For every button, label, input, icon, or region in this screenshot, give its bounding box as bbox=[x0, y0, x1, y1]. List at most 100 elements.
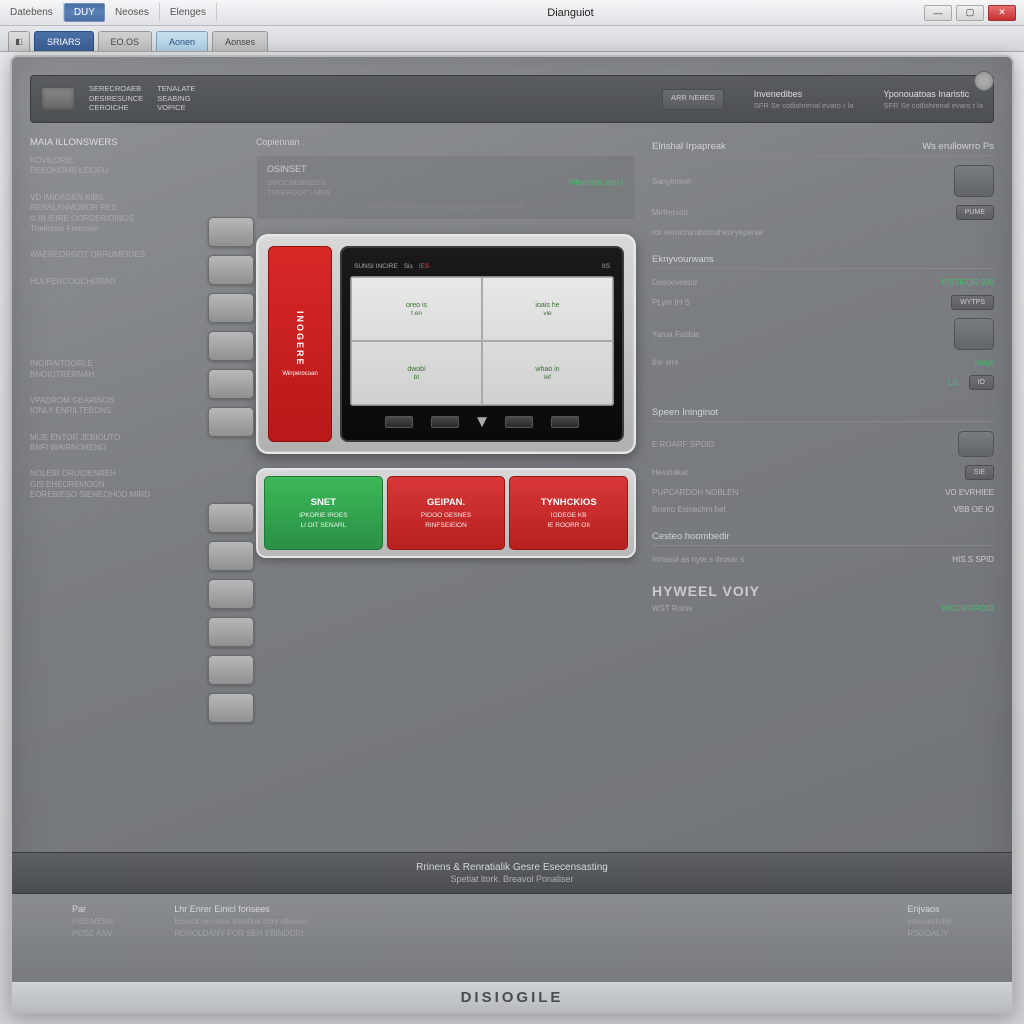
header-info: Yponouatoas Inaristic SFR Se cotlishrena… bbox=[883, 89, 983, 110]
property-thumb-icon[interactable] bbox=[954, 165, 994, 197]
device-nav-icon[interactable] bbox=[477, 417, 487, 427]
action-diagnostics-button[interactable]: TYNHCKIOSIODEGE KBIE ROORR OII bbox=[509, 476, 628, 550]
gear-icon[interactable] bbox=[974, 71, 994, 91]
tab-home-icon[interactable]: ◧ bbox=[8, 31, 30, 51]
footer-column: Enjvaos Insnueshaily RSGOALIY bbox=[908, 904, 952, 972]
device-cell[interactable]: whao inlef bbox=[482, 341, 613, 405]
property-label: the elre bbox=[652, 358, 679, 367]
sidebar-item[interactable]: DEEOHOMS LEIOFLI bbox=[30, 166, 240, 176]
footer-title-strip: Rrinens & Renratialik Gesre Esecensastin… bbox=[12, 852, 1012, 894]
property-label: Yarna Fanble bbox=[652, 330, 699, 339]
property-label: Mirfrerson bbox=[652, 208, 688, 217]
footer-body: Par PISEMEME POSE ANV Lhr Enrer Einicl f… bbox=[12, 894, 1012, 982]
property-label: Hesiriakat bbox=[652, 468, 688, 477]
titlebar-item-active[interactable]: DUY bbox=[64, 3, 105, 22]
value-chip[interactable]: WYTPS bbox=[951, 295, 994, 310]
footer-brandbar: DISIOGILE bbox=[12, 982, 1012, 1012]
close-icon[interactable]: ✕ bbox=[988, 5, 1016, 21]
info-link[interactable]: Vifeensec eap i bbox=[568, 178, 623, 187]
property-value: HIS S SPID bbox=[952, 555, 994, 564]
property-value: WKOIPRROID bbox=[942, 604, 994, 613]
sidebar-heading: MAIA ILLONSWERS bbox=[30, 137, 240, 148]
titlebar-item[interactable]: Neoses bbox=[105, 3, 160, 22]
property-label: WST Ronis bbox=[652, 604, 692, 613]
device-cell[interactable]: oreo ist en bbox=[351, 277, 482, 341]
thumbnail[interactable] bbox=[208, 293, 254, 323]
thumbnail-strip bbox=[208, 217, 258, 723]
thumbnail[interactable] bbox=[208, 217, 254, 247]
property-label: PLym IH S bbox=[652, 298, 690, 307]
thumbnail[interactable] bbox=[208, 617, 254, 647]
footer: Rrinens & Renratialik Gesre Esecensastin… bbox=[12, 852, 1012, 1012]
action-row: SNETIPKORIE IROESLI OIT SENARL GEIPAN.PI… bbox=[256, 468, 636, 558]
thumbnail[interactable] bbox=[208, 655, 254, 685]
property-value: VBB OE IO bbox=[954, 505, 994, 514]
device-side-label: INOGERE Winperocoan bbox=[268, 246, 332, 442]
thumbnail[interactable] bbox=[208, 255, 254, 285]
window-frame: SERECROAEBDESIRESUNCECEROICHE TENALATESE… bbox=[10, 55, 1014, 1014]
sidebar-item[interactable]: VD IMIDAGEN KIBS bbox=[30, 193, 240, 203]
tab-item[interactable]: EO.OS bbox=[98, 31, 153, 51]
window-title: Dianguiot bbox=[217, 7, 924, 19]
section-heading: Cesteo hoombedir bbox=[652, 527, 994, 546]
property-thumb-icon[interactable] bbox=[958, 431, 994, 457]
property-value: LG bbox=[948, 378, 959, 387]
brand-label: HYWEEL VOIY bbox=[652, 583, 994, 599]
property-thumb-icon[interactable] bbox=[954, 318, 994, 350]
thumbnail[interactable] bbox=[208, 693, 254, 723]
titlebar: Datebens DUY Neoses Elenges Dianguiot — … bbox=[0, 0, 1024, 26]
device-screen: oreo ist en ioais hevie dwobibt whao inl… bbox=[350, 276, 614, 406]
thumbnail[interactable] bbox=[208, 579, 254, 609]
thumbnail[interactable] bbox=[208, 331, 254, 361]
header-block: TENALATESEABINGVOPICE bbox=[157, 85, 195, 113]
section-heading: Speen Ininginot bbox=[652, 403, 994, 422]
section-heading: Eknyvourwans bbox=[652, 250, 994, 269]
property-label: PUPCARDOH NOBLEN bbox=[652, 488, 738, 497]
property-value: VO EVRHIEE bbox=[945, 488, 994, 497]
action-start-button[interactable]: SNETIPKORIE IROESLI OIT SENARL bbox=[264, 476, 383, 550]
property-label: Ossoeveend bbox=[652, 278, 697, 287]
section-heading: Elrishal IrpapreakWs erullowrro Ps bbox=[652, 137, 994, 156]
header-block: SERECROAEBDESIRESUNCECEROICHE bbox=[89, 85, 143, 113]
device-cell[interactable]: dwobibt bbox=[351, 341, 482, 405]
device-button-icon[interactable] bbox=[505, 416, 533, 428]
value-chip[interactable]: SIE bbox=[965, 465, 994, 480]
tab-item[interactable]: Aonses bbox=[212, 31, 268, 51]
info-banner: Copiennan bbox=[256, 137, 636, 147]
sidebar-item[interactable]: KOVILORIE bbox=[30, 156, 240, 166]
footer-column: Par PISEMEME POSE ANV bbox=[72, 904, 114, 972]
maximize-icon[interactable]: ▢ bbox=[956, 5, 984, 21]
tab-item[interactable]: Aonen bbox=[156, 31, 208, 51]
device-button-icon[interactable] bbox=[431, 416, 459, 428]
minimize-icon[interactable]: — bbox=[924, 5, 952, 21]
info-panel: OSINSET SMOCBEBNOSS TVEERDOT I MER Vifee… bbox=[256, 155, 636, 220]
value-chip[interactable]: PUME bbox=[956, 205, 994, 220]
titlebar-item[interactable]: Elenges bbox=[160, 3, 217, 22]
header-pill[interactable]: ARR NERES bbox=[662, 89, 724, 110]
property-value: noigs bbox=[975, 358, 994, 367]
device-preview: INOGERE Winperocoan SUNSI INCIRE Sis IES… bbox=[256, 234, 636, 454]
header-strip: SERECROAEBDESIRESUNCECEROICHE TENALATESE… bbox=[30, 75, 994, 123]
thumbnail[interactable] bbox=[208, 503, 254, 533]
tabbar: ◧ SRIARS EO.OS Aonen Aonses bbox=[0, 26, 1024, 52]
value-chip[interactable]: IO bbox=[969, 375, 994, 390]
tab-primary[interactable]: SRIARS bbox=[34, 31, 94, 51]
brand-logo: DISIOGILE bbox=[461, 989, 564, 1006]
titlebar-item[interactable]: Datebens bbox=[0, 3, 64, 22]
action-scan-button[interactable]: GEIPAN.PIOOO GESNESRINFSEIEION bbox=[387, 476, 506, 550]
property-label: ror semicrantbronsheoryeperse bbox=[652, 228, 763, 237]
device-button-icon[interactable] bbox=[385, 416, 413, 428]
property-label: Inrrasol as nyte s drosar s bbox=[652, 555, 744, 564]
property-value: PISTIFOR 900 bbox=[942, 278, 994, 287]
center-column: Copiennan OSINSET SMOCBEBNOSS TVEERDOT I… bbox=[256, 137, 636, 727]
thumbnail[interactable] bbox=[208, 541, 254, 571]
thumbnail[interactable] bbox=[208, 407, 254, 437]
property-label: E ROARF SPOID bbox=[652, 440, 715, 449]
device-cell[interactable]: ioais hevie bbox=[482, 277, 613, 341]
sidebar-item[interactable]: RENALANMOBOR RES bbox=[30, 203, 240, 213]
header-info: Invenedibes SFR Se cotlishrenal evaro r … bbox=[754, 89, 854, 110]
property-label: Sanylonion bbox=[652, 177, 692, 186]
device-button-icon[interactable] bbox=[551, 416, 579, 428]
device-status-bar: SUNSI INCIRE Sis IES IIS bbox=[350, 256, 614, 276]
thumbnail[interactable] bbox=[208, 369, 254, 399]
